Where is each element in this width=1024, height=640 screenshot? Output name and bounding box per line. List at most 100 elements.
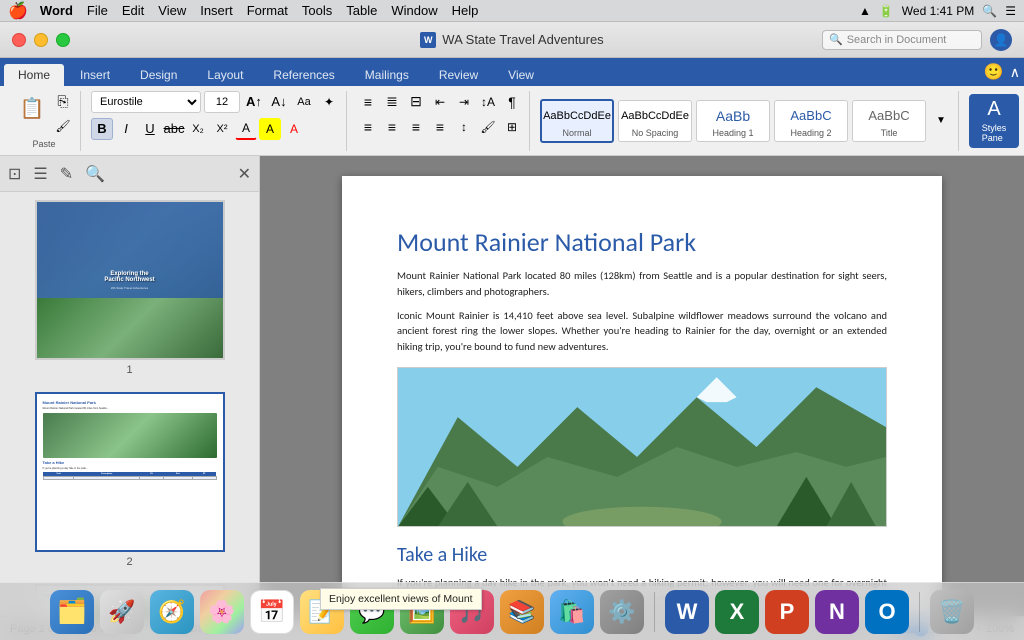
dock-ibooks[interactable]: 📚 — [500, 590, 544, 634]
font-color-button[interactable]: A — [283, 118, 305, 140]
tab-insert[interactable]: Insert — [66, 64, 124, 86]
tab-design[interactable]: Design — [126, 64, 191, 86]
close-sidebar-icon[interactable]: ✕ — [238, 164, 251, 184]
maximize-button[interactable] — [56, 33, 70, 47]
highlight-button[interactable]: A — [259, 118, 281, 140]
strikethrough-button[interactable]: abc — [163, 118, 185, 140]
thumb-label-2: 2 — [8, 556, 251, 568]
dock-photos[interactable]: 🌸 — [200, 590, 244, 634]
dock-calendar[interactable]: 📅 — [250, 590, 294, 634]
format-row: B I U abc X₂ X² A A A — [91, 118, 305, 140]
ibooks-icon: 📚 — [508, 599, 535, 625]
change-case-button[interactable]: Aа — [293, 91, 315, 113]
bullets-button[interactable]: ≡ — [357, 91, 379, 113]
close-button[interactable] — [12, 33, 26, 47]
bold-button[interactable]: B — [91, 118, 113, 140]
title-bar: W WA State Travel Adventures 🔍 Search in… — [0, 22, 1024, 58]
paste-button[interactable]: 📋 — [14, 91, 50, 127]
font-select[interactable]: Eurostile — [91, 91, 201, 113]
search-sidebar-icon[interactable]: 🔍 — [85, 164, 105, 184]
line-spacing-button[interactable]: ↕ — [453, 116, 475, 138]
dock-safari[interactable]: 🧭 — [150, 590, 194, 634]
notification-icon[interactable]: ☰ — [1005, 4, 1016, 18]
thumb-img-1: Exploring thePacific Northwest WA State … — [35, 200, 225, 360]
doc-heading2: Take a Hike — [397, 543, 887, 567]
align-right-button[interactable]: ≡ — [405, 116, 427, 138]
dock-separator2 — [919, 592, 920, 632]
borders-button[interactable]: ⊞ — [501, 116, 523, 138]
style-normal[interactable]: AaBbCcDdEe Normal — [540, 99, 614, 143]
tab-mailings[interactable]: Mailings — [351, 64, 423, 86]
menu-table[interactable]: Table — [346, 3, 377, 18]
dock-separator — [654, 592, 655, 632]
grow-font-button[interactable]: A↑ — [243, 91, 265, 113]
apple-menu[interactable]: 🍎 — [8, 1, 28, 21]
copy-button[interactable]: ⎘ — [52, 91, 74, 113]
tooltip-text: Enjoy excellent views of Mount — [329, 593, 473, 605]
tab-references[interactable]: References — [259, 64, 348, 86]
style-heading2[interactable]: AaBbC Heading 2 — [774, 100, 848, 142]
clear-format-button[interactable]: ✦ — [318, 91, 340, 113]
styles-pane-label: StylesPane — [982, 123, 1007, 143]
collapse-ribbon-icon[interactable]: ∧ — [1010, 64, 1020, 81]
dock-powerpoint[interactable]: P — [765, 590, 809, 634]
dock-word[interactable]: W — [665, 590, 709, 634]
page-thumbnail-2[interactable]: Mount Rainier National Park Mount Rainie… — [8, 392, 251, 568]
powerpoint-dock-icon: P — [780, 599, 795, 625]
dock-onenote[interactable]: N — [815, 590, 859, 634]
decrease-indent-button[interactable]: ⇤ — [429, 91, 451, 113]
dock-excel[interactable]: X — [715, 590, 759, 634]
underline-button[interactable]: U — [139, 118, 161, 140]
tab-home[interactable]: Home — [4, 64, 64, 86]
align-center-button[interactable]: ≡ — [381, 116, 403, 138]
dock-systemprefs[interactable]: ⚙️ — [600, 590, 644, 634]
menu-word[interactable]: Word — [40, 3, 73, 18]
tab-review[interactable]: Review — [425, 64, 492, 86]
dock-outlook[interactable]: O — [865, 590, 909, 634]
menu-view[interactable]: View — [158, 3, 186, 18]
emoji-picker-icon[interactable]: 🙂 — [984, 62, 1004, 82]
outline-view-icon[interactable]: ☰ — [33, 164, 47, 184]
subscript-button[interactable]: X₂ — [187, 118, 209, 140]
tab-layout[interactable]: Layout — [193, 64, 257, 86]
menu-format[interactable]: Format — [247, 3, 288, 18]
shading-button[interactable]: 🖌 — [477, 116, 499, 138]
increase-indent-button[interactable]: ⇥ — [453, 91, 475, 113]
dock-finder[interactable]: 🗂️ — [50, 590, 94, 634]
dock-launchpad[interactable]: 🚀 — [100, 590, 144, 634]
numbering-button[interactable]: ≣ — [381, 91, 403, 113]
dock-appstore[interactable]: 🛍️ — [550, 590, 594, 634]
superscript-button[interactable]: X² — [211, 118, 233, 140]
justify-button[interactable]: ≡ — [429, 116, 451, 138]
menu-insert[interactable]: Insert — [200, 3, 233, 18]
styles-pane-button[interactable]: A StylesPane — [969, 94, 1019, 148]
style-heading1[interactable]: AaBb Heading 1 — [696, 100, 770, 142]
font-size-input[interactable] — [204, 91, 240, 113]
menu-bar: 🍎 Word File Edit View Insert Format Tool… — [0, 0, 1024, 22]
multilevel-list-button[interactable]: ⊟ — [405, 91, 427, 113]
minimize-button[interactable] — [34, 33, 48, 47]
thumbnail-view-icon[interactable]: ⊡ — [8, 164, 21, 184]
menu-help[interactable]: Help — [452, 3, 479, 18]
search-box[interactable]: 🔍 Search in Document — [822, 30, 982, 50]
format-painter-button[interactable]: 🖌 — [52, 115, 74, 137]
spotlight-icon[interactable]: 🔍 — [982, 4, 997, 18]
style-no-spacing[interactable]: AaBbCcDdEe No Spacing — [618, 100, 692, 142]
italic-button[interactable]: I — [115, 118, 137, 140]
menu-tools[interactable]: Tools — [302, 3, 332, 18]
document-area[interactable]: Mount Rainier National Park Mount Rainie… — [260, 156, 1024, 616]
edit-icon[interactable]: ✎ — [60, 164, 73, 184]
styles-more-button[interactable]: ▼ — [930, 101, 952, 141]
sort-button[interactable]: ↕A — [477, 91, 499, 113]
shrink-font-button[interactable]: A↓ — [268, 91, 290, 113]
page-thumbnail-1[interactable]: Exploring thePacific Northwest WA State … — [8, 200, 251, 376]
menu-file[interactable]: File — [87, 3, 108, 18]
align-left-button[interactable]: ≡ — [357, 116, 379, 138]
text-color-button[interactable]: A — [235, 118, 257, 140]
show-marks-button[interactable]: ¶ — [501, 91, 523, 113]
tab-view[interactable]: View — [494, 64, 548, 86]
style-title[interactable]: AaBbC Title — [852, 100, 926, 142]
menu-edit[interactable]: Edit — [122, 3, 144, 18]
menu-window[interactable]: Window — [391, 3, 437, 18]
dock-trash[interactable]: 🗑️ — [930, 590, 974, 634]
